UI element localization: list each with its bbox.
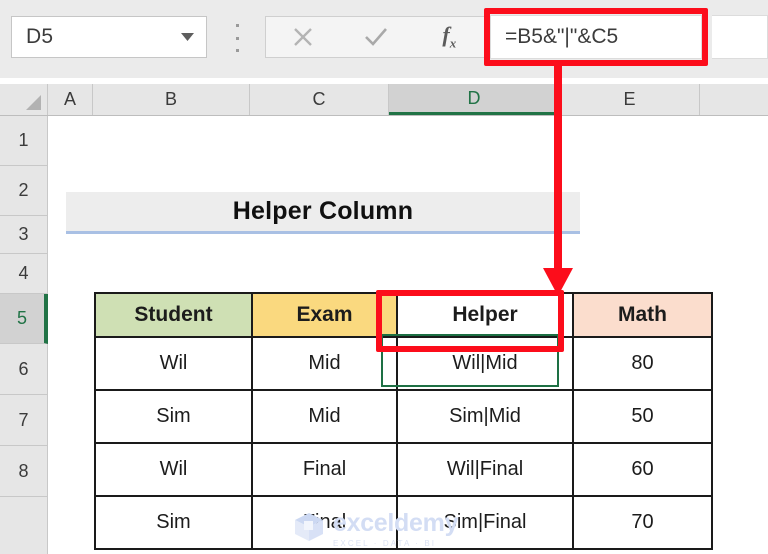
select-all-corner[interactable] xyxy=(0,84,48,115)
row-header-5[interactable]: 5 xyxy=(0,294,48,344)
name-box-value: D5 xyxy=(26,25,54,48)
cell-c7[interactable]: Final xyxy=(251,442,398,497)
fx-icon[interactable]: fx xyxy=(413,17,486,57)
row-header-6[interactable]: 6 xyxy=(0,344,47,395)
row-header-1[interactable]: 1 xyxy=(0,116,47,166)
formula-bar-strip: D5 fx =B5&"|"&C5 xyxy=(0,0,768,79)
watermark-tagline: EXCEL · DATA · BI xyxy=(333,538,437,548)
cell-b8[interactable]: Sim xyxy=(94,495,253,550)
column-header-band: A B C D E xyxy=(0,84,768,116)
sheet-canvas[interactable]: Helper Column Student Exam Helper Math W… xyxy=(48,116,768,554)
column-header-a[interactable]: A xyxy=(48,84,93,115)
row-header-strip: 1 2 3 4 5 6 7 8 xyxy=(0,116,48,554)
cell-b7[interactable]: Wil xyxy=(94,442,253,497)
active-cell-selection-border xyxy=(381,334,559,387)
watermark-text: exceldemy EXCEL · DATA · BI xyxy=(333,508,459,548)
kebab-menu-icon[interactable] xyxy=(232,24,242,52)
checkmark-icon[interactable] xyxy=(339,17,412,57)
cell-d7[interactable]: Wil|Final xyxy=(396,442,574,497)
cell-e6[interactable]: 50 xyxy=(572,389,713,444)
column-title-math[interactable]: Math xyxy=(572,292,713,338)
table-header-row: Student Exam Helper Math xyxy=(94,292,713,338)
formula-action-group: fx xyxy=(265,16,487,58)
table-row: Wil Final Wil|Final 60 xyxy=(94,442,713,497)
cell-e7[interactable]: 60 xyxy=(572,442,713,497)
chevron-down-icon[interactable] xyxy=(174,33,206,41)
formula-input-value: =B5&"|"&C5 xyxy=(505,25,619,48)
fx-label: fx xyxy=(442,22,457,51)
cell-e5[interactable]: 80 xyxy=(572,336,713,391)
column-title-helper[interactable]: Helper xyxy=(396,292,574,338)
cell-c5[interactable]: Mid xyxy=(251,336,398,391)
page-title: Helper Column xyxy=(232,197,414,225)
cancel-x-icon[interactable] xyxy=(266,17,339,57)
title-banner[interactable]: Helper Column xyxy=(66,192,580,234)
row-header-2[interactable]: 2 xyxy=(0,166,47,216)
row-header-7[interactable]: 7 xyxy=(0,395,47,446)
exceldemy-watermark: exceldemy EXCEL · DATA · BI xyxy=(292,508,482,550)
column-title-exam[interactable]: Exam xyxy=(251,292,398,338)
column-header-d[interactable]: D xyxy=(389,84,560,115)
cell-b6[interactable]: Sim xyxy=(94,389,253,444)
table-row: Sim Mid Sim|Mid 50 xyxy=(94,389,713,444)
cell-c6[interactable]: Mid xyxy=(251,389,398,444)
name-box[interactable]: D5 xyxy=(11,16,207,58)
select-all-triangle-icon xyxy=(26,95,41,110)
column-header-e[interactable]: E xyxy=(560,84,700,115)
spreadsheet-grid: A B C D E 1 2 3 4 5 6 7 8 Helper Column … xyxy=(0,78,768,554)
exceldemy-cube-logo xyxy=(292,510,326,549)
row-header-3[interactable]: 3 xyxy=(0,216,47,254)
column-title-student[interactable]: Student xyxy=(94,292,253,338)
column-header-overflow[interactable] xyxy=(700,84,768,115)
watermark-brand: exceldemy xyxy=(333,508,459,537)
formula-bar-extension[interactable] xyxy=(712,15,768,59)
row-header-8[interactable]: 8 xyxy=(0,446,47,497)
column-header-b[interactable]: B xyxy=(93,84,250,115)
cell-e8[interactable]: 70 xyxy=(572,495,713,550)
row-header-4[interactable]: 4 xyxy=(0,254,47,294)
cell-b5[interactable]: Wil xyxy=(94,336,253,391)
column-header-c[interactable]: C xyxy=(250,84,389,115)
cell-d6[interactable]: Sim|Mid xyxy=(396,389,574,444)
formula-input[interactable]: =B5&"|"&C5 xyxy=(490,15,702,59)
